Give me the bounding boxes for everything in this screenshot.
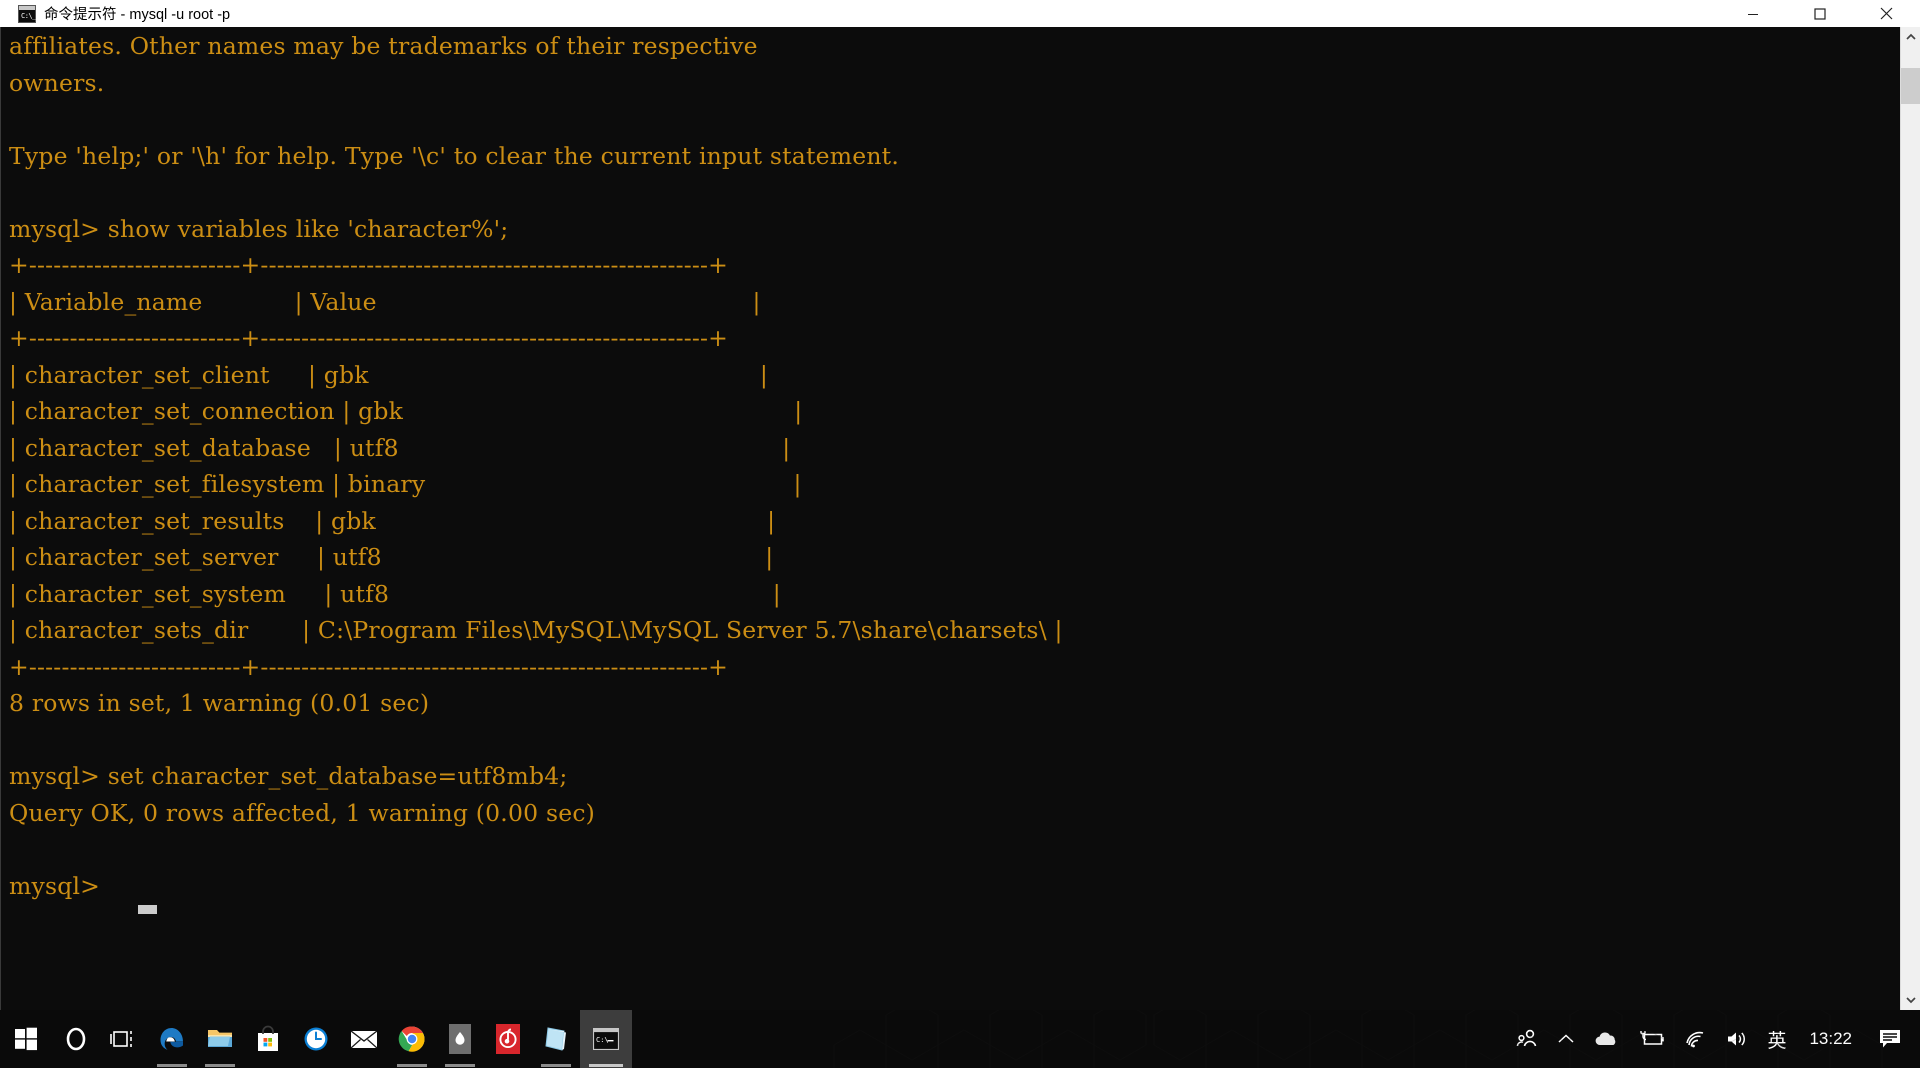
command-prompt-icon: C:\ bbox=[593, 1028, 619, 1050]
maximize-icon bbox=[1813, 7, 1826, 20]
cortana-circle-icon bbox=[66, 1027, 86, 1051]
console-scrollbar[interactable] bbox=[1900, 27, 1920, 1010]
command-prompt-window[interactable]: C:\_ 命令提示符 - mysql -u root -p affiliates… bbox=[0, 0, 1920, 1010]
clock-icon bbox=[304, 1027, 328, 1051]
minimize-icon bbox=[1747, 13, 1758, 15]
chevron-up-icon bbox=[1558, 1034, 1574, 1043]
task-view-button[interactable] bbox=[100, 1010, 148, 1068]
onedrive-button[interactable] bbox=[1584, 1010, 1628, 1068]
alarms-clock-button[interactable] bbox=[292, 1010, 340, 1068]
chrome-icon bbox=[398, 1026, 425, 1052]
cloud-icon bbox=[1596, 1032, 1616, 1046]
text-cursor bbox=[138, 905, 157, 914]
battery-charging-icon bbox=[1640, 1031, 1665, 1045]
close-icon bbox=[1880, 7, 1893, 20]
window-controls[interactable] bbox=[1719, 0, 1920, 27]
battery-button[interactable] bbox=[1628, 1010, 1674, 1068]
show-hidden-icons-button[interactable] bbox=[1548, 1010, 1584, 1068]
system-tray[interactable]: 英 13:22 bbox=[1506, 1010, 1920, 1068]
mail-envelope-icon bbox=[350, 1030, 378, 1049]
start-button[interactable] bbox=[0, 1010, 52, 1068]
speaker-icon bbox=[1728, 1032, 1746, 1046]
chevron-up-icon bbox=[1906, 33, 1916, 40]
netease-music-icon bbox=[496, 1024, 520, 1054]
edge-button[interactable] bbox=[148, 1010, 196, 1068]
people-button[interactable] bbox=[1506, 1010, 1548, 1068]
close-button[interactable] bbox=[1853, 0, 1920, 27]
ime-indicator[interactable]: 英 bbox=[1758, 1010, 1795, 1068]
taskbar-items[interactable]: C:\ bbox=[0, 1010, 632, 1068]
app-blue-button[interactable] bbox=[532, 1010, 580, 1068]
wifi-icon bbox=[1686, 1031, 1704, 1048]
clock[interactable]: 13:22 bbox=[1795, 1010, 1866, 1068]
network-button[interactable] bbox=[1674, 1010, 1716, 1068]
folder-icon bbox=[208, 1030, 232, 1047]
scroll-down-button[interactable] bbox=[1901, 990, 1920, 1010]
minimize-button[interactable] bbox=[1719, 0, 1786, 27]
chrome-button[interactable] bbox=[388, 1010, 436, 1068]
command-prompt-icon[interactable]: C:\_ bbox=[18, 4, 36, 23]
svg-text:C:\: C:\ bbox=[596, 1036, 609, 1044]
app-gray-button[interactable] bbox=[436, 1010, 484, 1068]
taskbar-empty-space[interactable] bbox=[632, 1010, 1506, 1068]
volume-button[interactable] bbox=[1716, 1010, 1758, 1068]
microsoft-store-button[interactable] bbox=[244, 1010, 292, 1068]
task-view-icon bbox=[110, 1031, 132, 1047]
scroll-thumb[interactable] bbox=[1901, 68, 1920, 104]
scroll-track[interactable] bbox=[1901, 47, 1920, 990]
store-bag-icon bbox=[258, 1025, 278, 1051]
title-bar[interactable]: C:\_ 命令提示符 - mysql -u root -p bbox=[0, 0, 1920, 27]
console-output-area[interactable]: affiliates. Other names may be trademark… bbox=[0, 27, 1900, 1010]
people-icon bbox=[1517, 1029, 1537, 1047]
scroll-up-button[interactable] bbox=[1901, 27, 1920, 47]
cortana-button[interactable] bbox=[52, 1010, 100, 1068]
taskbar[interactable]: C:\ 英 13:22 bbox=[0, 1010, 1920, 1068]
file-explorer-button[interactable] bbox=[196, 1010, 244, 1068]
command-prompt-button[interactable]: C:\ bbox=[580, 1010, 632, 1068]
app-blue-icon bbox=[545, 1027, 566, 1051]
edge-icon bbox=[160, 1028, 183, 1050]
action-center-button[interactable] bbox=[1866, 1010, 1918, 1068]
mail-button[interactable] bbox=[340, 1010, 388, 1068]
maximize-button[interactable] bbox=[1786, 0, 1853, 27]
window-title: 命令提示符 - mysql -u root -p bbox=[44, 7, 231, 23]
windows-logo-icon bbox=[15, 1027, 37, 1051]
app-gray-icon bbox=[449, 1024, 471, 1054]
console-text: affiliates. Other names may be trademark… bbox=[9, 32, 1063, 900]
chevron-down-icon bbox=[1906, 997, 1916, 1004]
notification-icon bbox=[1880, 1030, 1900, 1048]
netease-music-button[interactable] bbox=[484, 1010, 532, 1068]
